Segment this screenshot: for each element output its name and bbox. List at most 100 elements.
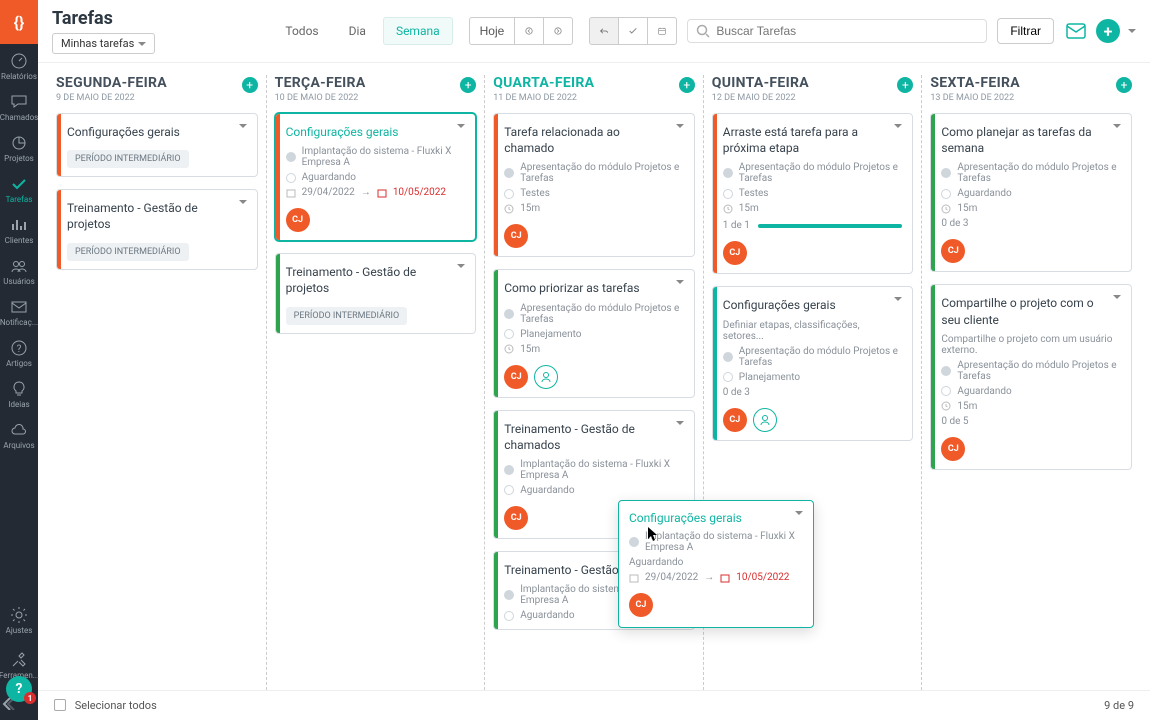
next-button[interactable] — [543, 17, 573, 45]
my-tasks-dropdown[interactable]: Minhas tarefas — [52, 33, 155, 54]
card-menu-caret[interactable] — [1113, 124, 1121, 128]
bullet-icon — [629, 537, 639, 547]
task-card[interactable]: Como planejar as tarefas da semana Apres… — [930, 113, 1132, 272]
card-menu-caret[interactable] — [239, 124, 247, 128]
search-input[interactable] — [716, 24, 978, 38]
select-all-checkbox[interactable]: Selecionar todos — [54, 699, 157, 712]
card-menu-caret[interactable] — [457, 124, 465, 128]
card-menu-caret[interactable] — [894, 297, 902, 301]
today-button[interactable]: Hoje — [469, 17, 516, 45]
column-date: 13 DE MAIO DE 2022 — [930, 93, 1020, 103]
view-all[interactable]: Todos — [272, 17, 331, 45]
task-card[interactable]: Treinamento - Gestão de projetos PERÍODO… — [275, 253, 477, 333]
nav-chamados[interactable]: Chamados — [0, 85, 38, 126]
calendar-button[interactable] — [647, 17, 677, 45]
add-button[interactable]: + — [1096, 19, 1120, 43]
card-menu-caret[interactable] — [457, 264, 465, 268]
confirm-button[interactable] — [618, 17, 648, 45]
search-box[interactable] — [687, 19, 987, 43]
undo-button[interactable] — [589, 17, 619, 45]
bullet-icon — [286, 152, 296, 162]
nav-relat-rios[interactable]: Relatórios — [0, 44, 38, 85]
avatar[interactable]: CJ — [941, 437, 965, 461]
calendar-icon — [658, 25, 666, 37]
task-card[interactable]: Configurações gerais Implantação do sist… — [275, 113, 477, 241]
avatar[interactable]: CJ — [941, 239, 965, 263]
avatar[interactable]: CJ — [504, 224, 528, 248]
date-from: 29/04/2022 — [302, 187, 355, 198]
check-icon — [629, 26, 637, 36]
calendar-icon — [629, 573, 639, 583]
avatar[interactable]: CJ — [629, 593, 653, 617]
add-task-button[interactable]: + — [1116, 77, 1132, 93]
add-task-button[interactable]: + — [242, 77, 258, 93]
checkbox-icon — [54, 699, 66, 711]
bullet-icon — [504, 168, 514, 178]
nav-artigos[interactable]: ?Artigos — [0, 331, 38, 372]
nav-ajustes[interactable]: Ajustes — [0, 598, 38, 643]
avatar[interactable]: CJ — [286, 208, 310, 232]
bullet-icon — [504, 189, 514, 199]
bullet-icon — [723, 168, 733, 178]
task-card[interactable]: Compartilhe o projeto com o seu cliente … — [930, 284, 1132, 469]
card-menu-caret[interactable] — [1113, 295, 1121, 299]
progress-text: 0 de 5 — [941, 416, 968, 427]
column-day: SEXTA-FEIRA — [930, 75, 1020, 91]
add-task-button[interactable]: + — [460, 77, 476, 93]
card-status: Testes — [520, 188, 550, 199]
task-card[interactable]: Arraste está tarefa para a próxima etapa… — [712, 113, 914, 274]
column-date: 11 DE MAIO DE 2022 — [493, 93, 594, 103]
card-menu-caret[interactable] — [676, 421, 684, 425]
nav-clientes[interactable]: Clientes — [0, 208, 38, 249]
task-card[interactable]: Tarefa relacionada ao chamado Apresentaç… — [493, 113, 695, 257]
avatar-unassigned[interactable] — [534, 365, 558, 389]
app-logo[interactable]: {} — [0, 0, 38, 44]
prev-button[interactable] — [514, 17, 544, 45]
avatar[interactable]: CJ — [723, 241, 747, 265]
column-header: SEXTA-FEIRA 13 DE MAIO DE 2022 + — [930, 75, 1132, 103]
bullet-icon — [504, 465, 514, 475]
card-project: Implantação do sistema - Fluxki X Empres… — [520, 459, 684, 481]
nav-notifica-[interactable]: Notificaç... — [0, 290, 38, 331]
avatar[interactable]: CJ — [504, 506, 528, 530]
avatar-unassigned[interactable] — [753, 408, 777, 432]
column-date: 10 DE MAIO DE 2022 — [275, 93, 366, 103]
nav-tarefas[interactable]: Tarefas — [0, 167, 38, 208]
chevron-right-icon — [554, 26, 562, 36]
add-task-button[interactable]: + — [897, 77, 913, 93]
task-card[interactable]: Como priorizar as tarefas Apresentação d… — [493, 269, 695, 397]
task-card[interactable]: Configurações gerais Definiar etapas, cl… — [712, 286, 914, 440]
filter-button[interactable]: Filtrar — [997, 18, 1054, 44]
card-menu-caret[interactable] — [239, 200, 247, 204]
card-menu-caret[interactable] — [676, 280, 684, 284]
my-tasks-dropdown-label: Minhas tarefas — [61, 37, 134, 50]
view-week[interactable]: Semana — [383, 17, 453, 45]
dragging-card[interactable]: Configurações gerais Implantação do sist… — [618, 500, 814, 628]
bullet-icon — [504, 611, 514, 621]
card-status: Aguardando — [302, 172, 356, 183]
nav-usu-rios[interactable]: Usuários — [0, 249, 38, 290]
add-dropdown-caret[interactable] — [1128, 29, 1136, 33]
nav-arquivos[interactable]: Arquivos — [0, 413, 38, 454]
card-status: Planejamento — [739, 372, 800, 383]
help-fab[interactable]: ? 1 — [6, 676, 32, 702]
add-task-button[interactable]: + — [679, 77, 695, 93]
card-menu-caret[interactable] — [894, 124, 902, 128]
period-chip: PERÍODO INTERMEDIÁRIO — [67, 150, 189, 168]
mail-icon[interactable] — [1064, 19, 1088, 43]
card-menu-caret[interactable] — [795, 511, 803, 515]
avatar[interactable]: CJ — [723, 408, 747, 432]
task-card[interactable]: Configurações gerais PERÍODO INTERMEDIÁR… — [56, 113, 258, 177]
card-menu-caret[interactable] — [676, 124, 684, 128]
card-project: Apresentação do módulo Projetos e Tarefa… — [957, 360, 1121, 382]
nav-projetos[interactable]: Projetos — [0, 126, 38, 167]
gauge-icon — [10, 52, 28, 70]
nav-ideias[interactable]: Ideias — [0, 372, 38, 413]
column-header: SEGUNDA-FEIRA 9 DE MAIO DE 2022 + — [56, 75, 258, 103]
card-title: Arraste está tarefa para a próxima etapa — [723, 124, 903, 156]
card-title: Treinamento - Gestão de chamados — [504, 421, 684, 453]
task-card[interactable]: Treinamento - Gestão de projetos PERÍODO… — [56, 189, 258, 269]
avatar[interactable]: CJ — [504, 365, 528, 389]
view-day[interactable]: Dia — [336, 17, 379, 45]
card-title: Compartilhe o projeto com o seu cliente — [941, 295, 1121, 327]
